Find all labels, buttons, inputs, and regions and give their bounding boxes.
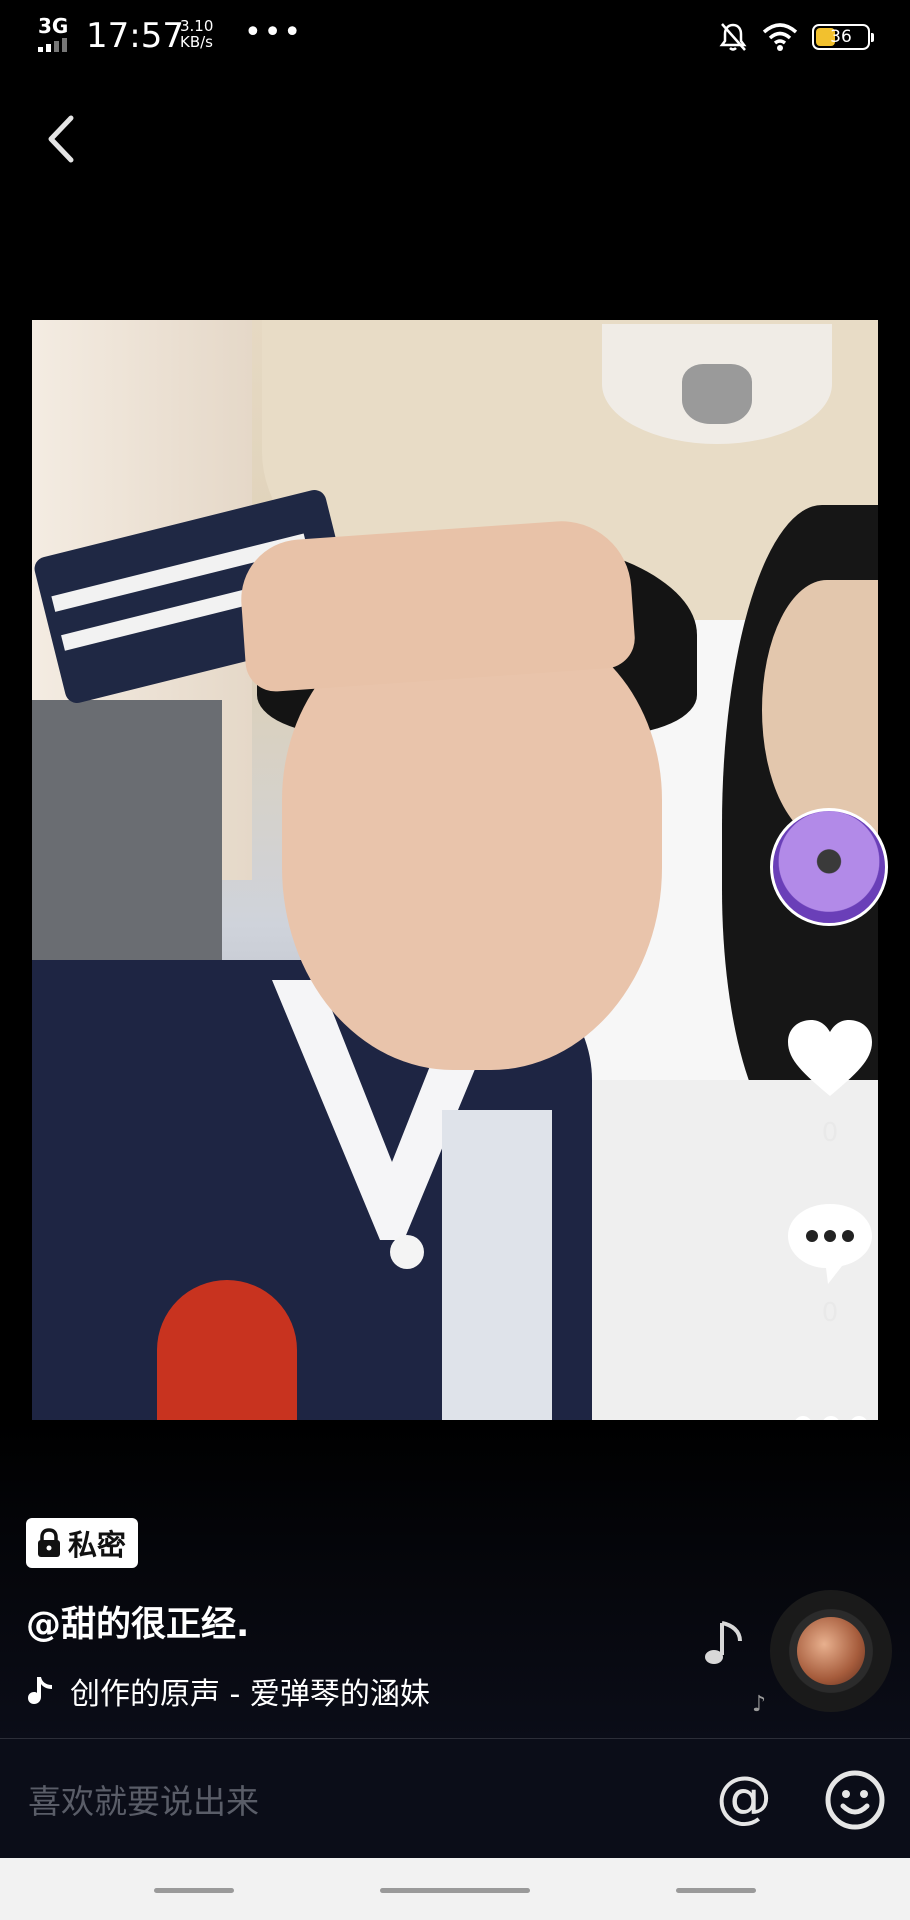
hand-on-head: [237, 516, 637, 694]
lock-icon: [38, 1528, 60, 1557]
comment-icon: [788, 1204, 872, 1284]
tiktok-music-icon: [28, 1677, 52, 1704]
like-button[interactable]: [784, 1014, 876, 1106]
network-speed: 3.10 KB/s: [180, 18, 213, 50]
music-row[interactable]: 创作的原声 - 爱弹琴的涵妹: [26, 1668, 480, 1714]
battery-icon: 36: [812, 24, 874, 50]
status-more-dots: •••: [244, 15, 304, 50]
music-note-icon: [705, 1621, 742, 1664]
like-count: 0: [821, 1118, 839, 1148]
ceiling-vent: [602, 324, 832, 444]
back-icon: [48, 115, 74, 163]
at-button[interactable]: @: [712, 1768, 776, 1832]
jacket-badge: [157, 1280, 297, 1420]
network-speed-unit: KB/s: [180, 33, 213, 51]
floating-note-icon: ♪: [752, 1692, 767, 1717]
nav-menu-button[interactable]: [154, 1888, 234, 1893]
nav-home-button[interactable]: [380, 1888, 530, 1893]
clock: 17:57: [86, 16, 184, 56]
music-title: 创作的原声 - 爱弹琴的涵妹: [70, 1677, 430, 1712]
emoji-button[interactable]: [823, 1768, 887, 1832]
jacket-button: [390, 1235, 424, 1269]
bell-off-icon: [719, 23, 747, 51]
signal-icon: [38, 38, 78, 52]
nav-back-button[interactable]: [676, 1888, 756, 1893]
author-name[interactable]: @甜的很正经.: [26, 1596, 249, 1647]
video-player[interactable]: [32, 320, 878, 1420]
system-nav-bar: [0, 1858, 910, 1920]
emoji-icon: [825, 1770, 885, 1830]
boy-face: [282, 620, 662, 1070]
status-icons: 36: [718, 20, 874, 54]
comment-count: 0: [821, 1298, 839, 1328]
author-avatar[interactable]: [770, 808, 888, 926]
music-cover: [797, 1617, 865, 1685]
comment-input[interactable]: [26, 1770, 670, 1832]
back-button[interactable]: [30, 104, 90, 174]
boy-shirt: [442, 1110, 552, 1420]
heart-icon: [788, 1020, 872, 1096]
comment-button[interactable]: [784, 1196, 876, 1288]
private-label: 私密: [68, 1528, 127, 1562]
music-disc[interactable]: [770, 1590, 892, 1712]
wifi-icon: [762, 23, 798, 51]
status-bar: 3G 17:57 3.10 KB/s ••• 36: [0, 0, 910, 72]
battery-level: 36: [830, 27, 852, 47]
private-tag: 私密: [26, 1518, 139, 1568]
network-type: 3G: [38, 14, 69, 38]
